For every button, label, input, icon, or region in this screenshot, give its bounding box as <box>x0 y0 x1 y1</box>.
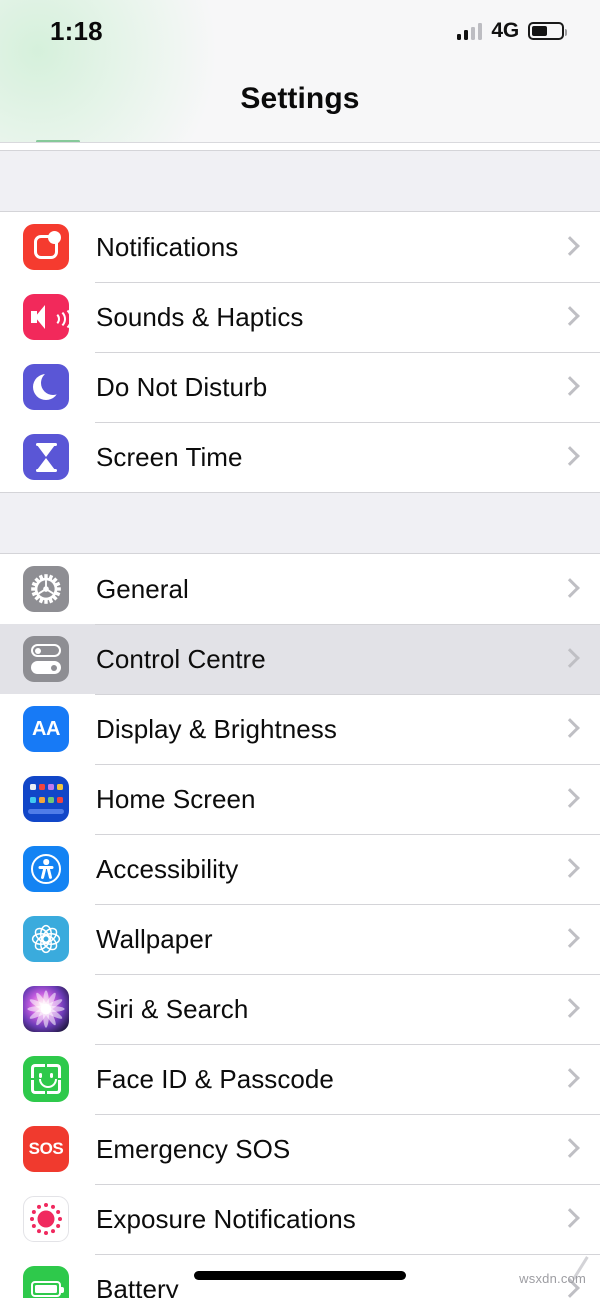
settings-row[interactable]: SOS Emergency SOS <box>0 1114 600 1184</box>
settings-row[interactable]: Face ID & Passcode <box>0 1044 600 1114</box>
hourglass-glyph <box>35 442 57 472</box>
settings-list[interactable]: Notifications Sounds & Haptics Do Not Dist… <box>0 143 600 1298</box>
battery-glyph <box>31 1281 64 1297</box>
exposure-notifications-icon <box>23 1196 69 1242</box>
settings-row[interactable]: Control Centre <box>0 624 600 694</box>
group-spacer-top <box>0 150 600 212</box>
app-grid-glyph <box>28 781 64 817</box>
status-bar: 1:18 4G <box>0 0 600 62</box>
chevron-right-icon <box>562 997 576 1021</box>
settings-row-label: Notifications <box>96 231 239 262</box>
siri-search-icon <box>23 986 69 1032</box>
general-gear-icon <box>23 566 69 612</box>
settings-row-label: Control Centre <box>96 643 266 674</box>
settings-row[interactable]: General <box>0 554 600 624</box>
chevron-right-icon <box>562 1137 576 1161</box>
display-brightness-icon: AA <box>23 706 69 752</box>
settings-row-label: Wallpaper <box>96 923 213 954</box>
list-top-gap <box>0 143 600 150</box>
status-bar-time: 1:18 <box>50 15 103 46</box>
settings-row-label: Face ID & Passcode <box>96 1063 334 1094</box>
settings-row[interactable]: Accessibility <box>0 834 600 904</box>
accessibility-person-glyph <box>31 854 61 884</box>
face-id-icon <box>23 1056 69 1102</box>
settings-row-label: Display & Brightness <box>96 713 337 744</box>
settings-row[interactable]: Notifications <box>0 212 600 282</box>
settings-row[interactable]: Wallpaper <box>0 904 600 974</box>
chevron-right-icon <box>562 927 576 951</box>
navigation-header: 1:18 4G Settings <box>0 0 600 143</box>
settings-row[interactable]: Sounds & Haptics <box>0 282 600 352</box>
chevron-right-icon <box>562 1067 576 1091</box>
screen-time-icon <box>23 434 69 480</box>
watermark-label: wsxdn.com <box>519 1271 586 1286</box>
chevron-right-icon <box>562 577 576 601</box>
gear-glyph <box>31 574 61 604</box>
settings-row[interactable]: Do Not Disturb <box>0 352 600 422</box>
settings-row[interactable]: AA Display & Brightness <box>0 694 600 764</box>
exposure-radiating-dots-glyph <box>27 1200 65 1238</box>
battery-icon <box>23 1266 69 1298</box>
settings-row[interactable]: Siri & Search <box>0 974 600 1044</box>
settings-row-label: Home Screen <box>96 783 256 814</box>
chevron-right-icon <box>562 445 576 469</box>
settings-row[interactable]: Home Screen <box>0 764 600 834</box>
settings-row-label: Do Not Disturb <box>96 371 268 402</box>
speaker-glyph <box>31 305 66 329</box>
cellular-signal-icon <box>456 22 483 40</box>
do-not-disturb-icon <box>23 364 69 410</box>
battery-icon <box>528 22 567 40</box>
settings-group-system: General Control Centre AA Display & Brightn… <box>0 554 600 1298</box>
wallpaper-icon <box>23 916 69 962</box>
settings-group-alerts: Notifications Sounds & Haptics Do Not Dist… <box>0 212 600 492</box>
settings-row[interactable]: Exposure Notifications <box>0 1184 600 1254</box>
settings-row-label: Emergency SOS <box>96 1133 291 1164</box>
siri-orb-glyph <box>23 986 69 1032</box>
chevron-right-icon <box>562 857 576 881</box>
home-screen-icon <box>23 776 69 822</box>
chevron-right-icon <box>562 375 576 399</box>
chevron-right-icon <box>562 647 576 671</box>
sos-glyph: SOS <box>28 1139 64 1158</box>
chevron-right-icon <box>562 717 576 741</box>
settings-row-label: Exposure Notifications <box>96 1203 356 1234</box>
status-bar-right-cluster: 4G <box>456 19 567 43</box>
notifications-icon <box>23 224 69 270</box>
chevron-right-icon <box>562 235 576 259</box>
network-type-label: 4G <box>491 19 519 42</box>
toggle-switches-glyph <box>31 644 61 674</box>
settings-row-label: Siri & Search <box>96 993 249 1024</box>
sounds-haptics-icon <box>23 294 69 340</box>
badge-dot-glyph <box>48 231 61 244</box>
settings-row[interactable]: Screen Time <box>0 422 600 492</box>
iphone-settings-screen: 1:18 4G Settings Notifications Sounds & H… <box>0 0 600 1298</box>
settings-row-label: Sounds & Haptics <box>96 301 304 332</box>
control-centre-icon <box>23 636 69 682</box>
emergency-sos-icon: SOS <box>23 1126 69 1172</box>
aa-glyph: AA <box>32 717 60 740</box>
chevron-right-icon <box>562 305 576 329</box>
settings-row-label: Screen Time <box>96 441 243 472</box>
settings-row-label: Accessibility <box>96 853 239 884</box>
chevron-right-icon <box>562 1207 576 1231</box>
settings-row-label: General <box>96 573 189 604</box>
crescent-moon-glyph <box>33 371 65 400</box>
flower-pattern-glyph <box>30 923 62 955</box>
face-id-glyph <box>31 1064 61 1094</box>
home-indicator[interactable] <box>194 1271 406 1280</box>
group-spacer-middle <box>0 492 600 554</box>
chevron-right-icon <box>562 787 576 811</box>
accessibility-icon <box>23 846 69 892</box>
page-title: Settings <box>240 82 360 115</box>
